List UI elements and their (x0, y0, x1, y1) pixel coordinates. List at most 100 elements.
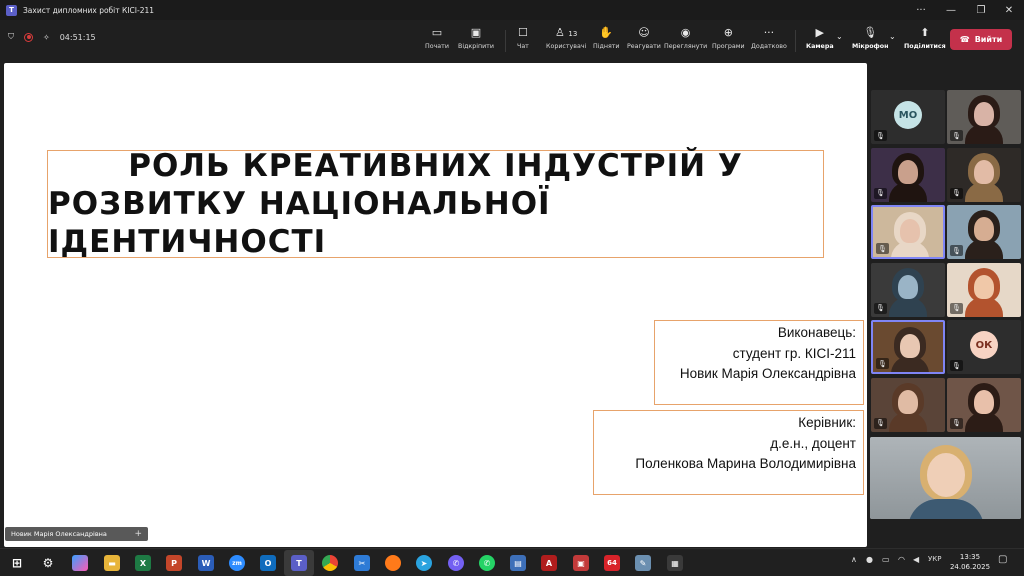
participant-tile[interactable]: 🎙︎ (871, 320, 945, 374)
minimize-icon[interactable]: — (936, 0, 966, 20)
maximize-icon[interactable]: ❐ (966, 0, 996, 20)
participant-face (900, 334, 920, 358)
share-button[interactable]: ⬆ Поділитися (904, 26, 946, 56)
supervisor-label: Керівник: (798, 415, 856, 430)
mic-options-button[interactable]: ⌄ (889, 30, 896, 60)
supervisor-degree: д.е.н., доцент (770, 435, 856, 451)
participant-tile[interactable]: 🎙︎ (871, 377, 945, 432)
mic-muted-icon: 🎙︎ (876, 358, 889, 369)
snipping-tool-icon[interactable]: ✂ (354, 555, 370, 571)
mic-muted-icon: 🎙︎ (950, 130, 963, 141)
participant-tile[interactable]: МО 🎙︎ (871, 90, 945, 144)
participant-body (889, 296, 927, 317)
people-button[interactable]: ♙ 13 Користувачі (546, 26, 586, 56)
save-disk-icon[interactable]: ▤ (510, 555, 526, 571)
tray-wifi-icon[interactable]: ◠ (898, 555, 905, 564)
apps-button[interactable]: ⊕ Програми (712, 26, 745, 56)
powerpoint-icon[interactable]: P (166, 555, 182, 571)
tray-chevron-icon[interactable]: ∧ (851, 555, 857, 564)
unpin-icon: ▣ (470, 26, 482, 39)
zoom-icon[interactable]: zm (229, 555, 245, 571)
paint-icon[interactable]: ✎ (635, 555, 651, 571)
unpin-button[interactable]: ▣ Відкріпити (458, 26, 494, 56)
shield-icon[interactable]: ⛉ (8, 32, 14, 42)
share-screen-icon: ▭ (431, 26, 443, 39)
sixtyfour-icon[interactable]: 64 (604, 555, 620, 571)
mic-button[interactable]: 🎙︎ Мікрофон (852, 26, 888, 56)
settings-icon[interactable]: ⚙ (40, 555, 56, 571)
teams-icon[interactable]: T (291, 555, 307, 571)
presenter-name-tag[interactable]: Новик Марія Олександрівна + (5, 527, 148, 541)
shared-slide: РОЛЬ КРЕАТИВНИХ ІНДУСТРІЙ У РОЗВИТКУ НАЦ… (4, 63, 867, 547)
raise-hand-icon: ✋ (599, 26, 614, 39)
react-button[interactable]: ☺ Реагувати (627, 26, 661, 56)
participant-initials-avatar: МО (894, 101, 922, 129)
participant-tile-large[interactable] (870, 437, 1021, 519)
windows-start-icon[interactable]: ⊞ (9, 555, 25, 571)
leave-button[interactable]: ☎ Вийти (950, 29, 1012, 50)
mic-muted-icon: 🎙︎ (950, 245, 963, 256)
mic-muted-icon: 🎙︎ (876, 243, 889, 254)
copilot-icon[interactable] (72, 555, 88, 571)
taskbar-clock[interactable]: 13:35 24.06.2025 (948, 552, 992, 572)
firefox-icon[interactable] (385, 555, 401, 571)
participant-tile[interactable]: 🎙︎ (947, 377, 1021, 432)
participant-tile[interactable]: 🎙︎ (871, 205, 945, 259)
whatsapp-icon[interactable]: ✆ (479, 555, 495, 571)
share-screen-button[interactable]: ▭ Почати (425, 26, 449, 56)
close-icon[interactable]: ✕ (994, 0, 1024, 20)
more-options-icon[interactable]: ··· (906, 0, 936, 20)
author-box: Виконавець: студент гр. КІСІ-211 Новик М… (654, 320, 864, 405)
clock-time: 13:35 (959, 553, 981, 561)
participant-tile[interactable]: 🎙︎ (871, 262, 945, 317)
chat-button[interactable]: ☐ Чат (517, 26, 529, 56)
telegram-icon[interactable]: ➤ (416, 555, 432, 571)
acrobat-icon[interactable]: A (541, 555, 557, 571)
participant-body (889, 411, 927, 432)
excel-icon[interactable]: X (135, 555, 151, 571)
participant-tile[interactable]: 🎙︎ (947, 147, 1021, 202)
participant-tile[interactable]: 🎙︎ (947, 205, 1021, 259)
calculator-icon[interactable]: ▦ (667, 555, 683, 571)
plus-icon[interactable]: + (134, 529, 142, 539)
mic-muted-icon: 🎙︎ (874, 187, 887, 199)
clock-date: 24.06.2025 (949, 563, 991, 571)
apps-icon: ⊕ (723, 26, 733, 39)
meeting-timer: 04:51:15 (59, 32, 96, 42)
teams-logo-icon: T (6, 4, 17, 16)
tray-volume-icon[interactable]: ◀ (913, 555, 919, 564)
participant-body (891, 241, 929, 257)
chevron-down-icon: ⌄ (889, 32, 896, 41)
mic-muted-icon: 🎙︎ (950, 302, 963, 314)
word-icon[interactable]: W (198, 555, 214, 571)
meeting-toolbar: ⛉ ✧ 04:51:15 ▭ Почати ▣ Відкріпити ☐ Чат… (0, 20, 1024, 60)
mic-muted-icon: 🎙︎ (950, 417, 963, 429)
participant-body (965, 411, 1003, 432)
more-button[interactable]: ··· Додатково (751, 26, 787, 56)
participant-tile[interactable]: 🎙︎ (947, 90, 1021, 144)
file-explorer-icon[interactable]: ▬ (104, 555, 120, 571)
phone-hangup-icon: ☎ (959, 35, 970, 44)
slide-title-line-2: РОЗВИТКУ НАЦІОНАЛЬНОЇ ІДЕНТИЧНОСТІ (48, 186, 551, 260)
camera-options-button[interactable]: ⌄ (836, 30, 843, 60)
viber-icon[interactable]: ✆ (448, 555, 464, 571)
notifications-icon[interactable]: ▢ (998, 554, 1007, 565)
view-button[interactable]: ◉ Переглянути (664, 26, 707, 56)
tray-mic-icon[interactable]: ● (866, 555, 873, 564)
raise-hand-button[interactable]: ✋ Підняти (593, 26, 620, 56)
author-name: Новик Марія Олександрівна (679, 366, 856, 381)
participant-face (900, 219, 920, 243)
outlook-icon[interactable]: O (260, 555, 276, 571)
app-icon[interactable]: ▣ (573, 555, 589, 571)
participant-tile[interactable]: ОК 🎙︎ (947, 320, 1021, 374)
participant-body (965, 296, 1003, 317)
camera-button[interactable]: ▶ Камера (806, 26, 834, 56)
participant-face (974, 389, 994, 414)
participant-tile[interactable]: 🎙︎ (871, 147, 945, 202)
mic-icon: 🎙︎ (863, 26, 878, 39)
chrome-icon[interactable] (322, 555, 338, 571)
noise-icon[interactable]: ✧ (43, 33, 50, 42)
tray-network-icon[interactable]: ▭ (882, 555, 890, 564)
participant-tile[interactable]: 🎙︎ (947, 262, 1021, 317)
language-indicator[interactable]: УКР (928, 555, 941, 563)
